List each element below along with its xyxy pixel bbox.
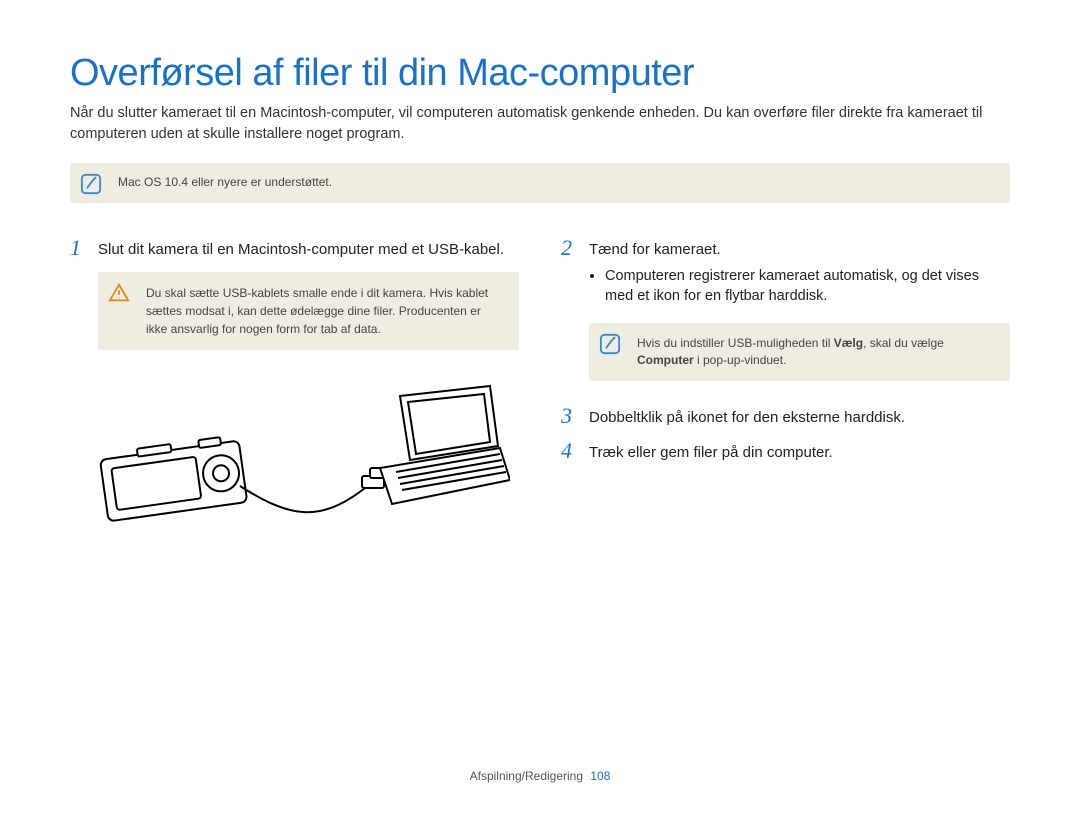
step-3-text: Dobbeltklik på ikonet for den eksterne h…	[589, 405, 1010, 428]
right-column: 2 Tænd for kameraet. Computeren registre…	[561, 237, 1010, 538]
footer-section-label: Afspilning/Redigering	[470, 769, 583, 783]
page-title: Overførsel af filer til din Mac-computer	[70, 52, 1010, 95]
warning-icon	[108, 282, 130, 304]
step-4-text: Træk eller gem filer på din computer.	[589, 440, 1010, 463]
camera-laptop-illustration	[70, 368, 519, 538]
step-2: 2 Tænd for kameraet. Computeren registre…	[561, 237, 1010, 311]
usb-select-note-text: Hvis du indstiller USB-muligheden til Væ…	[637, 335, 996, 370]
usb-warning-box: Du skal sætte USB-kablets smalle ende i …	[98, 272, 519, 350]
step-4-number: 4	[561, 440, 579, 463]
step-2-text: Tænd for kameraet.	[589, 241, 721, 258]
top-note-box: Mac OS 10.4 eller nyere er understøttet.	[70, 163, 1010, 203]
step-1-number: 1	[70, 237, 88, 260]
footer-page-number: 108	[590, 769, 610, 783]
step-1-text: Slut dit kamera til en Macintosh-compute…	[98, 237, 519, 260]
top-note-text: Mac OS 10.4 eller nyere er understøttet.	[118, 174, 332, 191]
left-column: 1 Slut dit kamera til en Macintosh-compu…	[70, 237, 519, 538]
intro-paragraph: Når du slutter kameraet til en Macintosh…	[70, 103, 1010, 145]
info-icon	[599, 333, 621, 355]
step-2-number: 2	[561, 237, 579, 311]
step-2-bullet: Computeren registrerer kameraet automati…	[605, 266, 1010, 307]
step-3: 3 Dobbeltklik på ikonet for den eksterne…	[561, 405, 1010, 428]
page-footer: Afspilning/Redigering 108	[0, 769, 1080, 783]
step-1: 1 Slut dit kamera til en Macintosh-compu…	[70, 237, 519, 260]
step-4: 4 Træk eller gem filer på din computer.	[561, 440, 1010, 463]
step-3-number: 3	[561, 405, 579, 428]
info-icon	[80, 173, 102, 195]
usb-warning-text: Du skal sætte USB-kablets smalle ende i …	[146, 286, 488, 336]
usb-select-note-box: Hvis du indstiller USB-muligheden til Væ…	[589, 323, 1010, 382]
